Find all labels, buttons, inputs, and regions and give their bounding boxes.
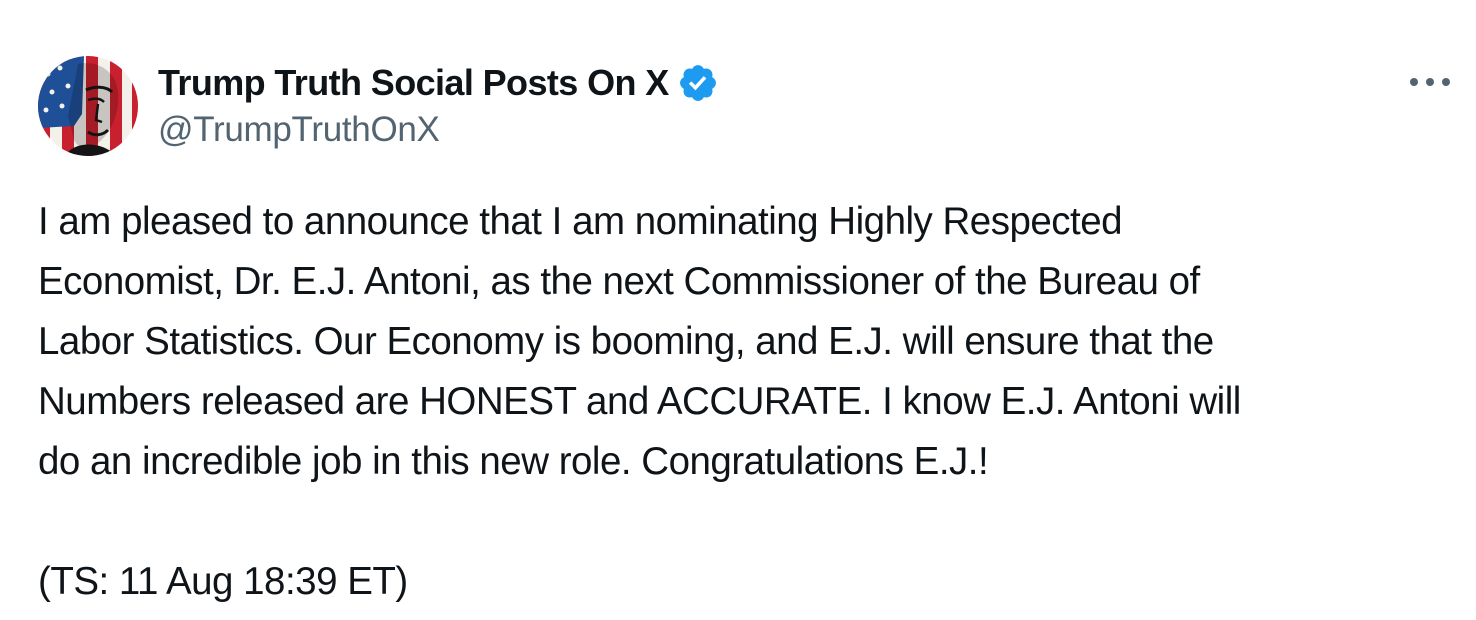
tweet-card: Trump Truth Social Posts On X @TrumpTrut… [0, 0, 1476, 620]
more-options-icon [1410, 78, 1450, 86]
avatar[interactable] [38, 56, 138, 156]
tweet-body-text: I am pleased to announce that I am nomin… [38, 200, 1241, 483]
author-handle[interactable]: @TrumpTruthOnX [158, 110, 440, 150]
more-options-button[interactable] [1402, 62, 1458, 102]
author-display-name[interactable]: Trump Truth Social Posts On X [158, 62, 669, 104]
timestamp-note: (TS: 11 Aug 18:39 ET) [38, 560, 408, 603]
flag-portrait-avatar-icon [38, 56, 138, 156]
verified-badge-icon[interactable] [677, 62, 719, 104]
author-name-row: Trump Truth Social Posts On X [158, 60, 719, 106]
